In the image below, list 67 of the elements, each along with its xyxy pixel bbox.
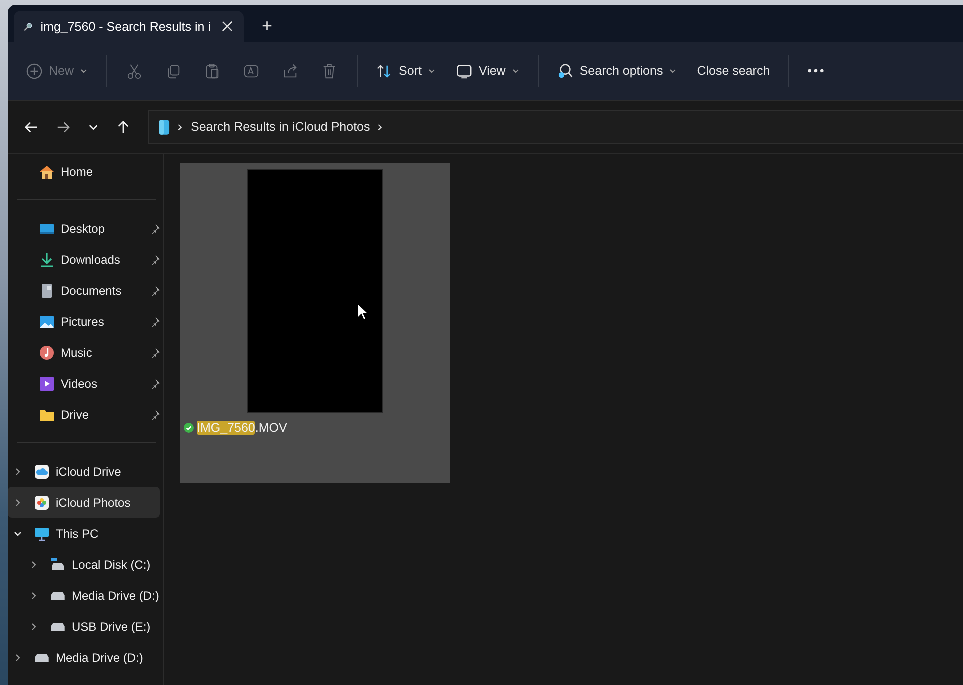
new-tab-button[interactable]: +: [254, 11, 281, 42]
download-icon: [39, 252, 55, 268]
sidebar-item[interactable]: Drive: [8, 399, 163, 430]
tab-title: img_7560 - Search Results in i: [40, 20, 211, 34]
tree-item[interactable]: Media Drive (D:): [8, 642, 163, 673]
music-icon: [39, 344, 55, 360]
tree-item[interactable]: iCloud Photos: [8, 487, 160, 518]
search-options-button[interactable]: Search options: [548, 54, 686, 88]
file-tile[interactable]: IMG_7560.MOV: [180, 163, 450, 483]
tree-item[interactable]: Media Drive (D:): [8, 580, 163, 611]
sidebar-item[interactable]: Music: [8, 337, 163, 368]
video-icon: [39, 376, 55, 392]
chevron-icon: [177, 124, 184, 130]
sort-button[interactable]: Sort: [368, 54, 444, 88]
caret-icon: [669, 67, 678, 75]
sidebar-item[interactable]: Downloads: [8, 244, 163, 275]
document-icon: [39, 282, 55, 298]
cursor-icon: [357, 303, 369, 321]
view-button[interactable]: View: [448, 54, 528, 88]
tree-item[interactable]: This PC: [8, 518, 163, 549]
monitor-icon: [456, 62, 473, 80]
chevron-right-icon[interactable]: [30, 560, 38, 568]
scissors-icon: [126, 62, 144, 80]
photos-app-icon: [34, 494, 50, 510]
sidebar-item[interactable]: Desktop: [8, 213, 163, 244]
window-tab[interactable]: img_7560 - Search Results in i: [14, 11, 244, 42]
monitor-icon: [34, 526, 50, 542]
sort-icon: [376, 62, 394, 80]
arrow-right-icon: [56, 120, 70, 134]
arrow-up-icon: [116, 120, 130, 134]
caret-icon: [80, 67, 88, 75]
picture-icon: [39, 314, 55, 330]
sidebar-item[interactable]: Videos: [8, 368, 163, 399]
breadcrumb-item[interactable]: Search Results in iCloud Photos: [191, 120, 370, 134]
search-icon: [556, 62, 574, 80]
clipboard-icon: [204, 62, 222, 80]
chevron-right-icon[interactable]: [14, 498, 22, 506]
chevron-right-icon[interactable]: [30, 592, 38, 600]
chevron-down-icon[interactable]: [14, 530, 22, 538]
caret-icon: [428, 67, 436, 75]
sidebar-item[interactable]: Pictures: [8, 306, 163, 337]
address-bar[interactable]: Search Results in iCloud Photos: [148, 110, 963, 144]
caret-icon: [512, 67, 520, 75]
rename-icon: [243, 62, 260, 80]
drive-icon: [50, 556, 66, 572]
file-name: IMG_7560.MOV: [197, 421, 288, 435]
drive-icon: [35, 654, 49, 662]
close-search-button[interactable]: Close search: [689, 54, 778, 88]
chevron-right-icon[interactable]: [14, 468, 22, 476]
tree-item[interactable]: Local Disk (C:): [8, 549, 163, 580]
more-icon: [808, 69, 824, 73]
chevron-icon: [377, 124, 384, 130]
sidebar-item[interactable]: Home: [8, 156, 163, 187]
close-icon: [222, 21, 233, 32]
arrow-left-icon: [24, 120, 38, 134]
drive-icon: [51, 592, 65, 600]
home-icon: [39, 164, 55, 180]
tree-item[interactable]: USB Drive (E:): [8, 611, 163, 642]
share-icon: [282, 62, 300, 80]
tree-item[interactable]: iCloud Drive: [8, 456, 163, 487]
chevron-right-icon[interactable]: [14, 654, 22, 662]
plus-circle-icon: [26, 62, 43, 80]
chevron-right-icon[interactable]: [30, 622, 38, 630]
drive-icon: [51, 622, 65, 630]
sidebar-item[interactable]: Documents: [8, 275, 163, 306]
tablet-icon: [159, 118, 170, 136]
cloud-icon: [34, 464, 50, 480]
